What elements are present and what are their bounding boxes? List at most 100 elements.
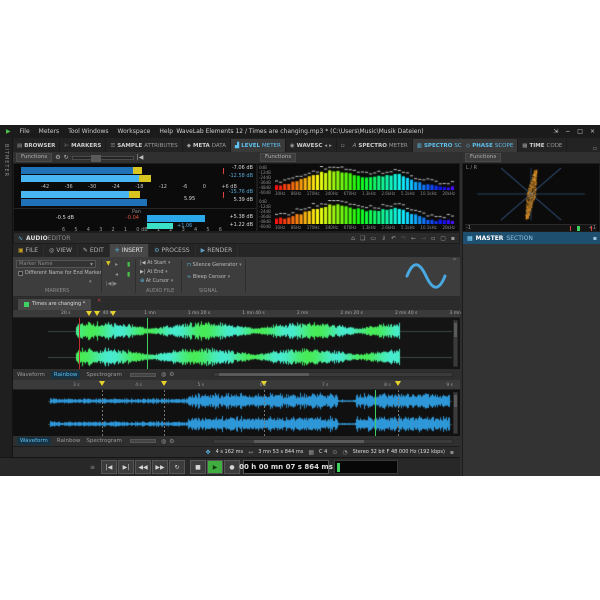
- minimize-icon[interactable]: −: [565, 128, 570, 135]
- overview-zoom-reset-icon[interactable]: ◍: [161, 371, 166, 378]
- play-insert-1-icon[interactable]: ▮: [127, 261, 130, 268]
- overview-vscrollbar[interactable]: [453, 320, 458, 367]
- tab-spectrometer[interactable]: ASPECTROMETER: [349, 139, 413, 152]
- main-vscrollbar[interactable]: [453, 392, 458, 434]
- overview-link-icon[interactable]: ⚙: [169, 371, 174, 378]
- stop-button[interactable]: ■: [190, 460, 206, 474]
- layout-icon[interactable]: ▫: [431, 235, 435, 242]
- main-tab-waveform[interactable]: Waveform: [17, 437, 51, 445]
- main-snap-icon[interactable]: ⚙: [169, 438, 174, 445]
- tab-metadata[interactable]: ◆METADATA: [183, 139, 231, 152]
- status-key[interactable]: C 4: [319, 450, 327, 455]
- collapse-ribbon-icon[interactable]: ^: [452, 258, 457, 265]
- at-cursor-item[interactable]: ⊕ At Cursor ▾: [140, 279, 173, 284]
- menu-tool-windows[interactable]: Tool Windows: [68, 128, 108, 135]
- tab-timecode[interactable]: ▦TIMECODE: [518, 139, 567, 152]
- more-icon[interactable]: ▪: [451, 235, 455, 242]
- ribbon-tab-edit[interactable]: ✎EDIT: [78, 244, 110, 257]
- overview-waveform-pane[interactable]: [13, 318, 460, 369]
- new-file-icon[interactable]: ❏: [360, 235, 365, 242]
- close-icon[interactable]: ×: [590, 128, 595, 135]
- ribbon-tab-view[interactable]: ◎VIEW: [44, 244, 78, 257]
- goto-start-icon[interactable]: |◀: [137, 154, 144, 161]
- meter-zoom-slider[interactable]: [72, 156, 134, 160]
- undo-icon[interactable]: ↶: [391, 235, 396, 242]
- settings-gear-icon[interactable]: ⚙: [55, 154, 60, 161]
- menu-meters[interactable]: Meters: [39, 128, 60, 135]
- reset-icon[interactable]: ↻: [64, 154, 69, 161]
- open-folder-icon[interactable]: ▭: [370, 235, 376, 242]
- tab-scroll-right-icon[interactable]: ▸: [329, 143, 332, 149]
- marker-next-icon[interactable]: ▸: [115, 261, 118, 268]
- prev-marker-button[interactable]: |◀: [101, 460, 117, 474]
- tab-browser[interactable]: ▤BROWSER: [13, 139, 60, 152]
- ribbon-tab-file[interactable]: ▣FILE: [13, 244, 44, 257]
- main-tab-spectrogram[interactable]: Spectrogram: [86, 438, 122, 444]
- maximize-icon[interactable]: □: [577, 128, 583, 135]
- bitmeter-tab[interactable]: BITMETER: [3, 144, 8, 177]
- forward-button[interactable]: ▶▶: [152, 460, 168, 474]
- transport-options-icon[interactable]: ≡: [90, 464, 95, 471]
- play-insert-2-icon[interactable]: ▮: [127, 271, 130, 278]
- main-hscrollbar[interactable]: [213, 439, 453, 444]
- status-file-length[interactable]: 3 mn 53 s 844 ms: [258, 450, 303, 455]
- nav-forward-icon[interactable]: →: [421, 235, 426, 242]
- at-start-item[interactable]: |◀ At Start ▾: [140, 261, 170, 266]
- marker-prev-icon[interactable]: ◂: [115, 271, 118, 278]
- menu-workspace[interactable]: Workspace: [118, 128, 151, 135]
- status-more-icon[interactable]: ▪: [450, 449, 454, 456]
- silence-generator-item[interactable]: ⊓ Silence Generator ▾: [187, 263, 242, 268]
- clock-icon[interactable]: ◔: [342, 449, 347, 456]
- tab-wavescope[interactable]: ◉WAVESC◂▸: [286, 139, 337, 152]
- main-waveform-pane[interactable]: [13, 390, 460, 436]
- overview-tab-spectrogram[interactable]: Spectrogram: [86, 372, 122, 378]
- play-button[interactable]: ▶: [207, 460, 223, 474]
- checkbox-icon[interactable]: [18, 271, 23, 276]
- panel-options-left-icon[interactable]: ▫: [337, 139, 349, 152]
- status-selection-length[interactable]: 4 s 162 ms: [216, 450, 244, 455]
- main-zoom-slider[interactable]: [130, 439, 156, 443]
- marker-pair-icon[interactable]: |◀|▶: [106, 282, 117, 287]
- marker-drop-icon[interactable]: ▼: [106, 260, 111, 267]
- spectroscope-functions-button[interactable]: Functions: [260, 153, 296, 163]
- marker-name-combo[interactable]: Marker Name▾: [16, 260, 96, 268]
- next-marker-button[interactable]: ▶|: [118, 460, 134, 474]
- end-marker-checkbox-row[interactable]: Different Name for End Marker: [18, 271, 102, 276]
- magnifier-icon[interactable]: ⊙: [332, 449, 337, 456]
- overview-ruler[interactable]: 20 s40 s1 mn1 mn 20 s1 mn 40 s2 mn2 mn 2…: [13, 310, 460, 318]
- master-options-icon[interactable]: ▪: [593, 235, 597, 242]
- main-tab-rainbow[interactable]: Rainbow: [57, 438, 80, 444]
- tab-sample-attributes[interactable]: ☰SAMPLEATTRIBUTES: [106, 139, 182, 152]
- main-zoom-reset-icon[interactable]: ◍: [161, 438, 166, 445]
- maximize-pane-icon[interactable]: ▢: [440, 235, 446, 242]
- redo-icon[interactable]: ↷: [401, 235, 406, 242]
- timecode-display[interactable]: 00 h 00 mn 07 s 864 ms: [243, 460, 329, 474]
- overview-tab-waveform[interactable]: Waveform: [17, 372, 45, 378]
- tab-markers[interactable]: ⊢MARKERS: [60, 139, 106, 152]
- bleep-censor-item[interactable]: ≈ Bleep Censor ▾: [187, 275, 230, 280]
- rewind-button[interactable]: ◀◀: [135, 460, 151, 474]
- panel-options-right-icon[interactable]: ▫: [593, 145, 597, 152]
- overview-tab-rainbow[interactable]: Rainbow: [51, 371, 80, 379]
- home-icon[interactable]: ⌂: [351, 235, 355, 242]
- ribbon-tab-insert[interactable]: ✛INSERT: [110, 244, 149, 257]
- overview-zoom-slider[interactable]: [130, 373, 156, 377]
- overview-hscrollbar[interactable]: [213, 372, 453, 377]
- phasescope-functions-button[interactable]: Functions: [465, 153, 501, 163]
- document-tab[interactable]: Times are changing *: [18, 299, 91, 310]
- tab-levelmeter[interactable]: ▟LEVELMETER: [231, 139, 286, 152]
- main-ruler[interactable]: 3 s4 s5 s6 s7 s8 s9 s: [13, 380, 460, 390]
- menu-help[interactable]: Help: [159, 128, 173, 135]
- tab-scroll-left-icon[interactable]: ◂: [324, 143, 327, 149]
- save-icon[interactable]: ⇓: [381, 235, 386, 242]
- resize-icon[interactable]: ⇲: [553, 128, 558, 135]
- tab-phasescope[interactable]: ◇PHASESCOPE: [462, 139, 518, 152]
- document-close-icon[interactable]: ✕: [97, 298, 101, 304]
- record-button[interactable]: ●: [224, 460, 240, 474]
- levelmeter-functions-button[interactable]: Functions: [16, 153, 52, 163]
- at-end-item[interactable]: ▶| At End ▾: [140, 270, 168, 275]
- marker-more-chevron[interactable]: ▾: [89, 280, 92, 285]
- ribbon-tab-render[interactable]: ▶RENDER: [196, 244, 239, 257]
- ribbon-tab-process[interactable]: ⚙PROCESS: [149, 244, 196, 257]
- loop-button[interactable]: ↻: [169, 460, 185, 474]
